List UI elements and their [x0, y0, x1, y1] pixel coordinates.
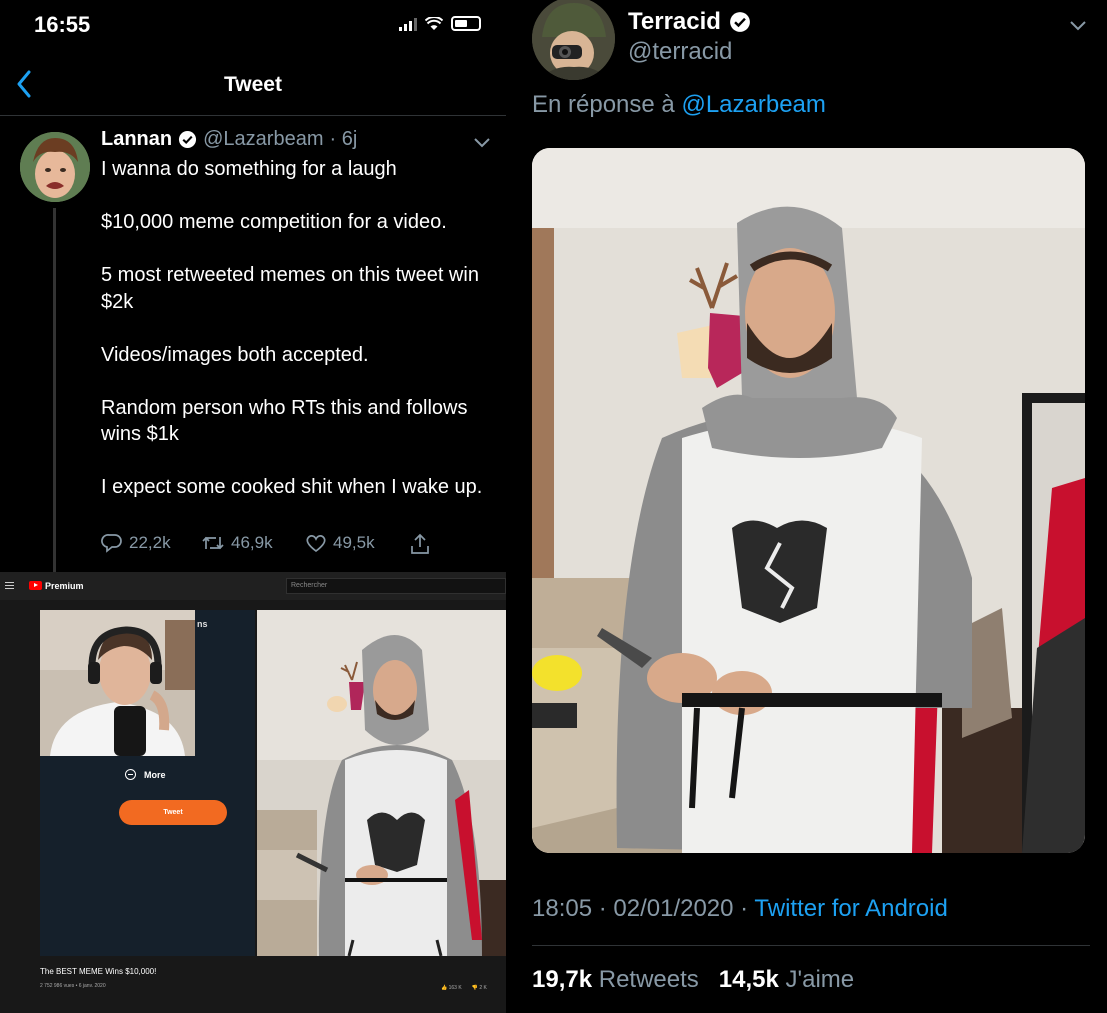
retweet-label: Retweets: [598, 966, 699, 993]
video-rating: 👍 163 K 👎 2 K: [441, 985, 487, 991]
chevron-down-icon[interactable]: [473, 137, 491, 148]
tweet-timestamp: 18:05 · 02/01/2020 · Twitter for Android: [532, 895, 948, 923]
video-frame-image: [257, 610, 506, 956]
more-button[interactable]: More: [125, 769, 166, 780]
android-tweet-screenshot: Terracid @terracid En réponse à @Lazarbe…: [506, 0, 1107, 1013]
avatar[interactable]: [20, 132, 90, 202]
status-icons: [399, 16, 481, 31]
video-meta: 2 752 986 vues • 6 janv. 2020: [40, 983, 106, 989]
client-link[interactable]: Twitter for Android: [754, 895, 947, 922]
verified-icon: [179, 130, 197, 149]
youtube-brand: Premium: [45, 581, 84, 591]
reply-button[interactable]: 22,2k: [101, 533, 171, 553]
reply-author[interactable]: Terracid: [628, 8, 751, 36]
video-likes-count: 163 K: [448, 985, 462, 991]
stats-divider: [532, 945, 1090, 946]
iphone-tweet-screenshot: 16:55 Tweet Lannan @Lazarbeam · 6j I wann…: [0, 0, 506, 1013]
sidebar-fragment-text: ns: [197, 619, 208, 629]
like-count: 49,5k: [333, 533, 375, 552]
timestamp-text: 18:05 · 02/01/2020 ·: [532, 895, 749, 922]
youtube-top-bar: Premium Rechercher: [0, 572, 506, 600]
reply-author-name[interactable]: Terracid: [628, 8, 721, 36]
author-name[interactable]: Lannan: [101, 128, 172, 151]
like-count: 14,5k: [718, 966, 779, 993]
page-title: Tweet: [224, 73, 282, 96]
retweet-icon: [202, 536, 224, 550]
hamburger-menu-icon[interactable]: [5, 582, 14, 589]
battery-icon: [451, 16, 481, 31]
tweet-age: · 6j: [329, 128, 358, 150]
wifi-icon: [425, 16, 443, 30]
reply-author-handle[interactable]: @terracid: [628, 38, 732, 66]
chevron-down-icon[interactable]: [1069, 20, 1087, 31]
author-handle[interactable]: @Lazarbeam: [203, 128, 323, 151]
video-dislikes-count: 2 K: [479, 985, 487, 991]
like-button[interactable]: 49,5k: [305, 533, 375, 553]
reply-icon: [101, 534, 122, 553]
collapse-icon: [125, 769, 136, 780]
webcam-image: [40, 610, 195, 756]
share-icon[interactable]: [409, 533, 431, 555]
tweet-author[interactable]: Lannan @Lazarbeam · 6j: [101, 128, 357, 151]
retweet-count: 46,9k: [231, 533, 273, 552]
likes-stat[interactable]: 14,5k J'aime: [719, 966, 854, 993]
like-label: J'aime: [785, 966, 855, 993]
video-likes[interactable]: 👍 163 K: [441, 985, 462, 991]
tweet-button[interactable]: Tweet: [119, 800, 227, 825]
video-dislikes[interactable]: 👎 2 K: [472, 985, 487, 991]
youtube-logo-icon[interactable]: [29, 581, 42, 590]
youtube-search-input[interactable]: Rechercher: [286, 578, 506, 594]
engagement-stats: 19,7k Retweets 14,5k J'aime: [532, 966, 854, 994]
retweets-stat[interactable]: 19,7k Retweets: [532, 966, 699, 993]
heart-icon: [306, 535, 326, 553]
thread-line: [53, 208, 56, 573]
reply-to-link[interactable]: @Lazarbeam: [681, 91, 825, 118]
reply-prefix: En réponse à: [532, 91, 675, 118]
retweet-button[interactable]: 46,9k: [201, 533, 273, 553]
status-time: 16:55: [34, 12, 91, 37]
reply-context: En réponse à @Lazarbeam: [532, 91, 826, 119]
reply-avatar[interactable]: [532, 0, 615, 80]
video-title[interactable]: The BEST MEME Wins $10,000!: [40, 967, 156, 976]
tweet-photo[interactable]: [532, 148, 1085, 853]
tweet-text: I wanna do something for a laugh $10,000…: [101, 158, 483, 498]
youtube-screenshot: Premium Rechercher ns More Tweet The BES…: [0, 572, 506, 1013]
nav-divider: [0, 115, 506, 116]
more-label: More: [144, 769, 166, 780]
reply-count: 22,2k: [129, 533, 171, 552]
verified-icon: [730, 12, 750, 32]
signal-icon: [399, 17, 417, 31]
retweet-count: 19,7k: [532, 966, 593, 993]
